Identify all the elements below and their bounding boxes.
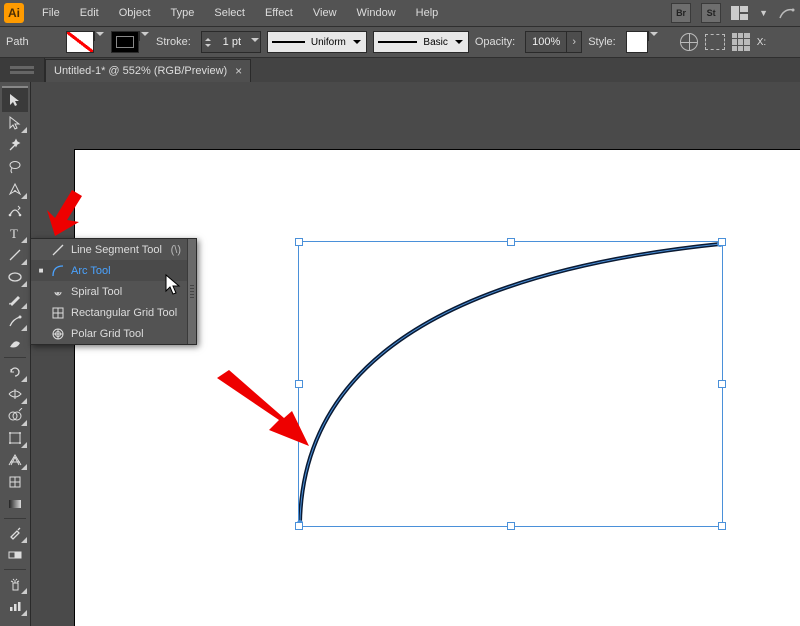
- annotation-arrow-2: [209, 370, 319, 460]
- recolor-icon[interactable]: [679, 32, 699, 52]
- arrange-documents-icon[interactable]: [731, 4, 749, 22]
- gpu-icon[interactable]: [778, 4, 796, 22]
- stroke-weight-dropdown[interactable]: [250, 37, 260, 47]
- stroke-weight-input[interactable]: 1 pt: [201, 31, 261, 53]
- opacity-label: Opacity:: [475, 36, 515, 48]
- blob-brush-tool[interactable]: [2, 332, 28, 354]
- document-tab-title: Untitled-1* @ 552% (RGB/Preview): [54, 65, 227, 77]
- flyout-polar-grid-tool[interactable]: Polar Grid Tool: [31, 323, 187, 344]
- fill-dropdown[interactable]: [94, 31, 105, 41]
- menu-window[interactable]: Window: [347, 3, 406, 23]
- selection-bounding-box[interactable]: [298, 241, 723, 527]
- align-icon[interactable]: [705, 32, 725, 52]
- shape-builder-tool[interactable]: [2, 405, 28, 427]
- opacity-dropdown[interactable]: ›: [566, 32, 581, 52]
- menubar: Ai File Edit Object Type Select Effect V…: [0, 0, 800, 27]
- menu-view[interactable]: View: [303, 3, 347, 23]
- menu-type[interactable]: Type: [161, 3, 205, 23]
- free-transform-tool[interactable]: [2, 427, 28, 449]
- selection-type-label: Path: [6, 36, 56, 48]
- selection-tool[interactable]: [2, 86, 28, 112]
- menu-edit[interactable]: Edit: [70, 3, 109, 23]
- stroke-swatch[interactable]: [111, 31, 139, 53]
- stroke-weight-up[interactable]: [202, 33, 214, 42]
- panel-toggle[interactable]: [0, 58, 45, 82]
- variable-width-profile[interactable]: Uniform: [267, 31, 367, 53]
- magic-wand-tool[interactable]: [2, 134, 28, 156]
- rotate-tool[interactable]: [2, 361, 28, 383]
- pen-tool[interactable]: [2, 178, 28, 200]
- flyout-line-segment-tool[interactable]: Line Segment Tool (\): [31, 239, 187, 260]
- annotation-arrow-1: [37, 188, 87, 238]
- mouse-cursor-icon: [164, 273, 184, 297]
- transform-icon[interactable]: [731, 32, 751, 52]
- stroke-weight-down[interactable]: [202, 42, 214, 51]
- stroke-dropdown[interactable]: [139, 31, 150, 41]
- width-tool[interactable]: [2, 383, 28, 405]
- eyedropper-tool[interactable]: [2, 522, 28, 544]
- mesh-tool[interactable]: [2, 471, 28, 493]
- pencil-tool[interactable]: [2, 310, 28, 332]
- direct-selection-tool[interactable]: [2, 112, 28, 134]
- type-tool[interactable]: T: [2, 222, 28, 244]
- stroke-weight-value[interactable]: 1 pt: [214, 36, 250, 48]
- flyout-tearoff-grip[interactable]: [187, 239, 196, 344]
- blend-tool[interactable]: [2, 544, 28, 566]
- svg-text:T: T: [10, 226, 18, 241]
- opacity-input[interactable]: 100% ›: [525, 31, 582, 53]
- menu-effect[interactable]: Effect: [255, 3, 303, 23]
- document-tab-bar: Untitled-1* @ 552% (RGB/Preview) ×: [0, 58, 800, 83]
- lasso-tool[interactable]: [2, 156, 28, 178]
- menu-object[interactable]: Object: [109, 3, 161, 23]
- menu-file[interactable]: File: [32, 3, 70, 23]
- brush-definition[interactable]: Basic: [373, 31, 469, 53]
- paintbrush-tool[interactable]: [2, 288, 28, 310]
- stock-icon[interactable]: St: [701, 3, 721, 23]
- menu-select[interactable]: Select: [204, 3, 255, 23]
- tools-panel: T: [0, 82, 31, 626]
- gradient-tool[interactable]: [2, 493, 28, 515]
- graphic-style-swatch[interactable]: [626, 31, 648, 53]
- rectangle-tool[interactable]: [2, 266, 28, 288]
- flyout-rectangular-grid-tool[interactable]: Rectangular Grid Tool: [31, 302, 187, 323]
- curvature-tool[interactable]: [2, 200, 28, 222]
- graphic-style-dropdown[interactable]: [648, 31, 659, 41]
- close-tab-icon[interactable]: ×: [235, 64, 242, 78]
- column-graph-tool[interactable]: [2, 595, 28, 617]
- canvas[interactable]: [31, 82, 800, 626]
- perspective-grid-tool[interactable]: [2, 449, 28, 471]
- bridge-icon[interactable]: Br: [671, 3, 691, 23]
- line-segment-tool[interactable]: [2, 244, 28, 266]
- symbol-sprayer-tool[interactable]: [2, 573, 28, 595]
- style-label: Style:: [588, 36, 616, 48]
- menu-help[interactable]: Help: [406, 3, 449, 23]
- app-logo: Ai: [4, 3, 24, 23]
- document-tab[interactable]: Untitled-1* @ 552% (RGB/Preview) ×: [45, 59, 251, 82]
- x-label: X:: [757, 37, 766, 48]
- dropdown-caret-icon: ▼: [759, 8, 768, 18]
- stroke-label: Stroke:: [156, 36, 191, 48]
- fill-swatch[interactable]: [66, 31, 94, 53]
- control-bar: Path Stroke: 1 pt Uniform Basic Opacity:…: [0, 27, 800, 58]
